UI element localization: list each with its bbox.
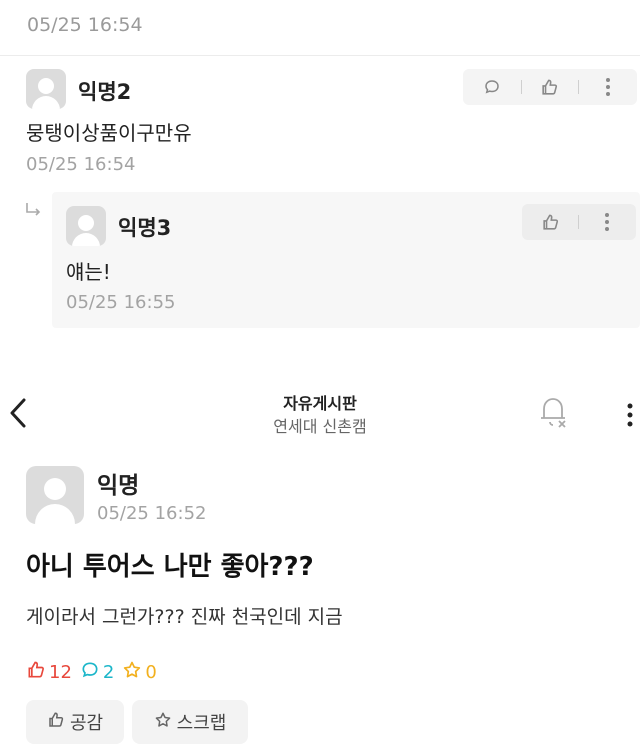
thumbs-up-icon xyxy=(26,660,46,685)
thumbs-up-icon[interactable] xyxy=(537,208,565,236)
comment-action-bar xyxy=(463,69,637,105)
avatar xyxy=(66,206,106,246)
thumbs-up-icon xyxy=(47,711,65,734)
post-title: 아니 투어스 나만 좋아??? xyxy=(26,552,314,582)
comment-count-value: 2 xyxy=(102,662,115,683)
comment-icon[interactable] xyxy=(478,73,506,101)
star-icon xyxy=(154,711,172,734)
scrap-button[interactable]: 스크랩 xyxy=(132,700,248,744)
more-vertical-icon[interactable] xyxy=(593,208,621,236)
reply-text: 얘는! xyxy=(66,260,111,284)
reply-comment-item: 익명3 얘는! 05/25 16:55 xyxy=(52,192,640,328)
reply-author: 익명3 xyxy=(118,216,172,240)
comment-item: 익명2 뭉탱이상품이구만유 05/25 16:54 xyxy=(0,57,640,193)
like-count: 12 xyxy=(26,660,72,685)
like-button[interactable]: 공감 xyxy=(26,700,124,744)
bell-off-icon[interactable] xyxy=(538,394,570,434)
comment-author: 익명2 xyxy=(78,80,132,104)
reply-time: 05/25 16:55 xyxy=(66,292,176,313)
comment-text: 뭉탱이상품이구만유 xyxy=(26,121,192,145)
comment-item-partial: 05/25 16:54 xyxy=(0,0,640,56)
comment-count: 2 xyxy=(80,660,114,685)
post-body: 게이라서 그런가??? 진짜 천국인데 지금 xyxy=(26,606,343,628)
scrap-button-label: 스크랩 xyxy=(176,713,227,734)
reply-arrow-icon xyxy=(24,201,44,225)
comment-icon xyxy=(80,660,100,685)
post-author: 익명 xyxy=(97,473,140,499)
star-icon xyxy=(122,660,142,685)
post-stats: 12 2 0 xyxy=(26,660,157,685)
more-vertical-icon[interactable] xyxy=(626,402,634,432)
comment-time: 05/25 16:54 xyxy=(27,14,143,36)
like-button-label: 공감 xyxy=(69,713,104,734)
scrap-count: 0 xyxy=(122,660,157,685)
more-vertical-icon[interactable] xyxy=(594,73,622,101)
scrap-count-value: 0 xyxy=(145,662,157,683)
reply-action-bar xyxy=(522,204,636,240)
avatar xyxy=(26,466,84,524)
board-header: 자유게시판 연세대 신촌캠 xyxy=(0,362,640,462)
like-count-value: 12 xyxy=(49,662,72,683)
avatar xyxy=(26,69,66,109)
thumbs-up-icon[interactable] xyxy=(536,73,564,101)
comment-time: 05/25 16:54 xyxy=(26,154,136,175)
post-time: 05/25 16:52 xyxy=(97,503,207,524)
